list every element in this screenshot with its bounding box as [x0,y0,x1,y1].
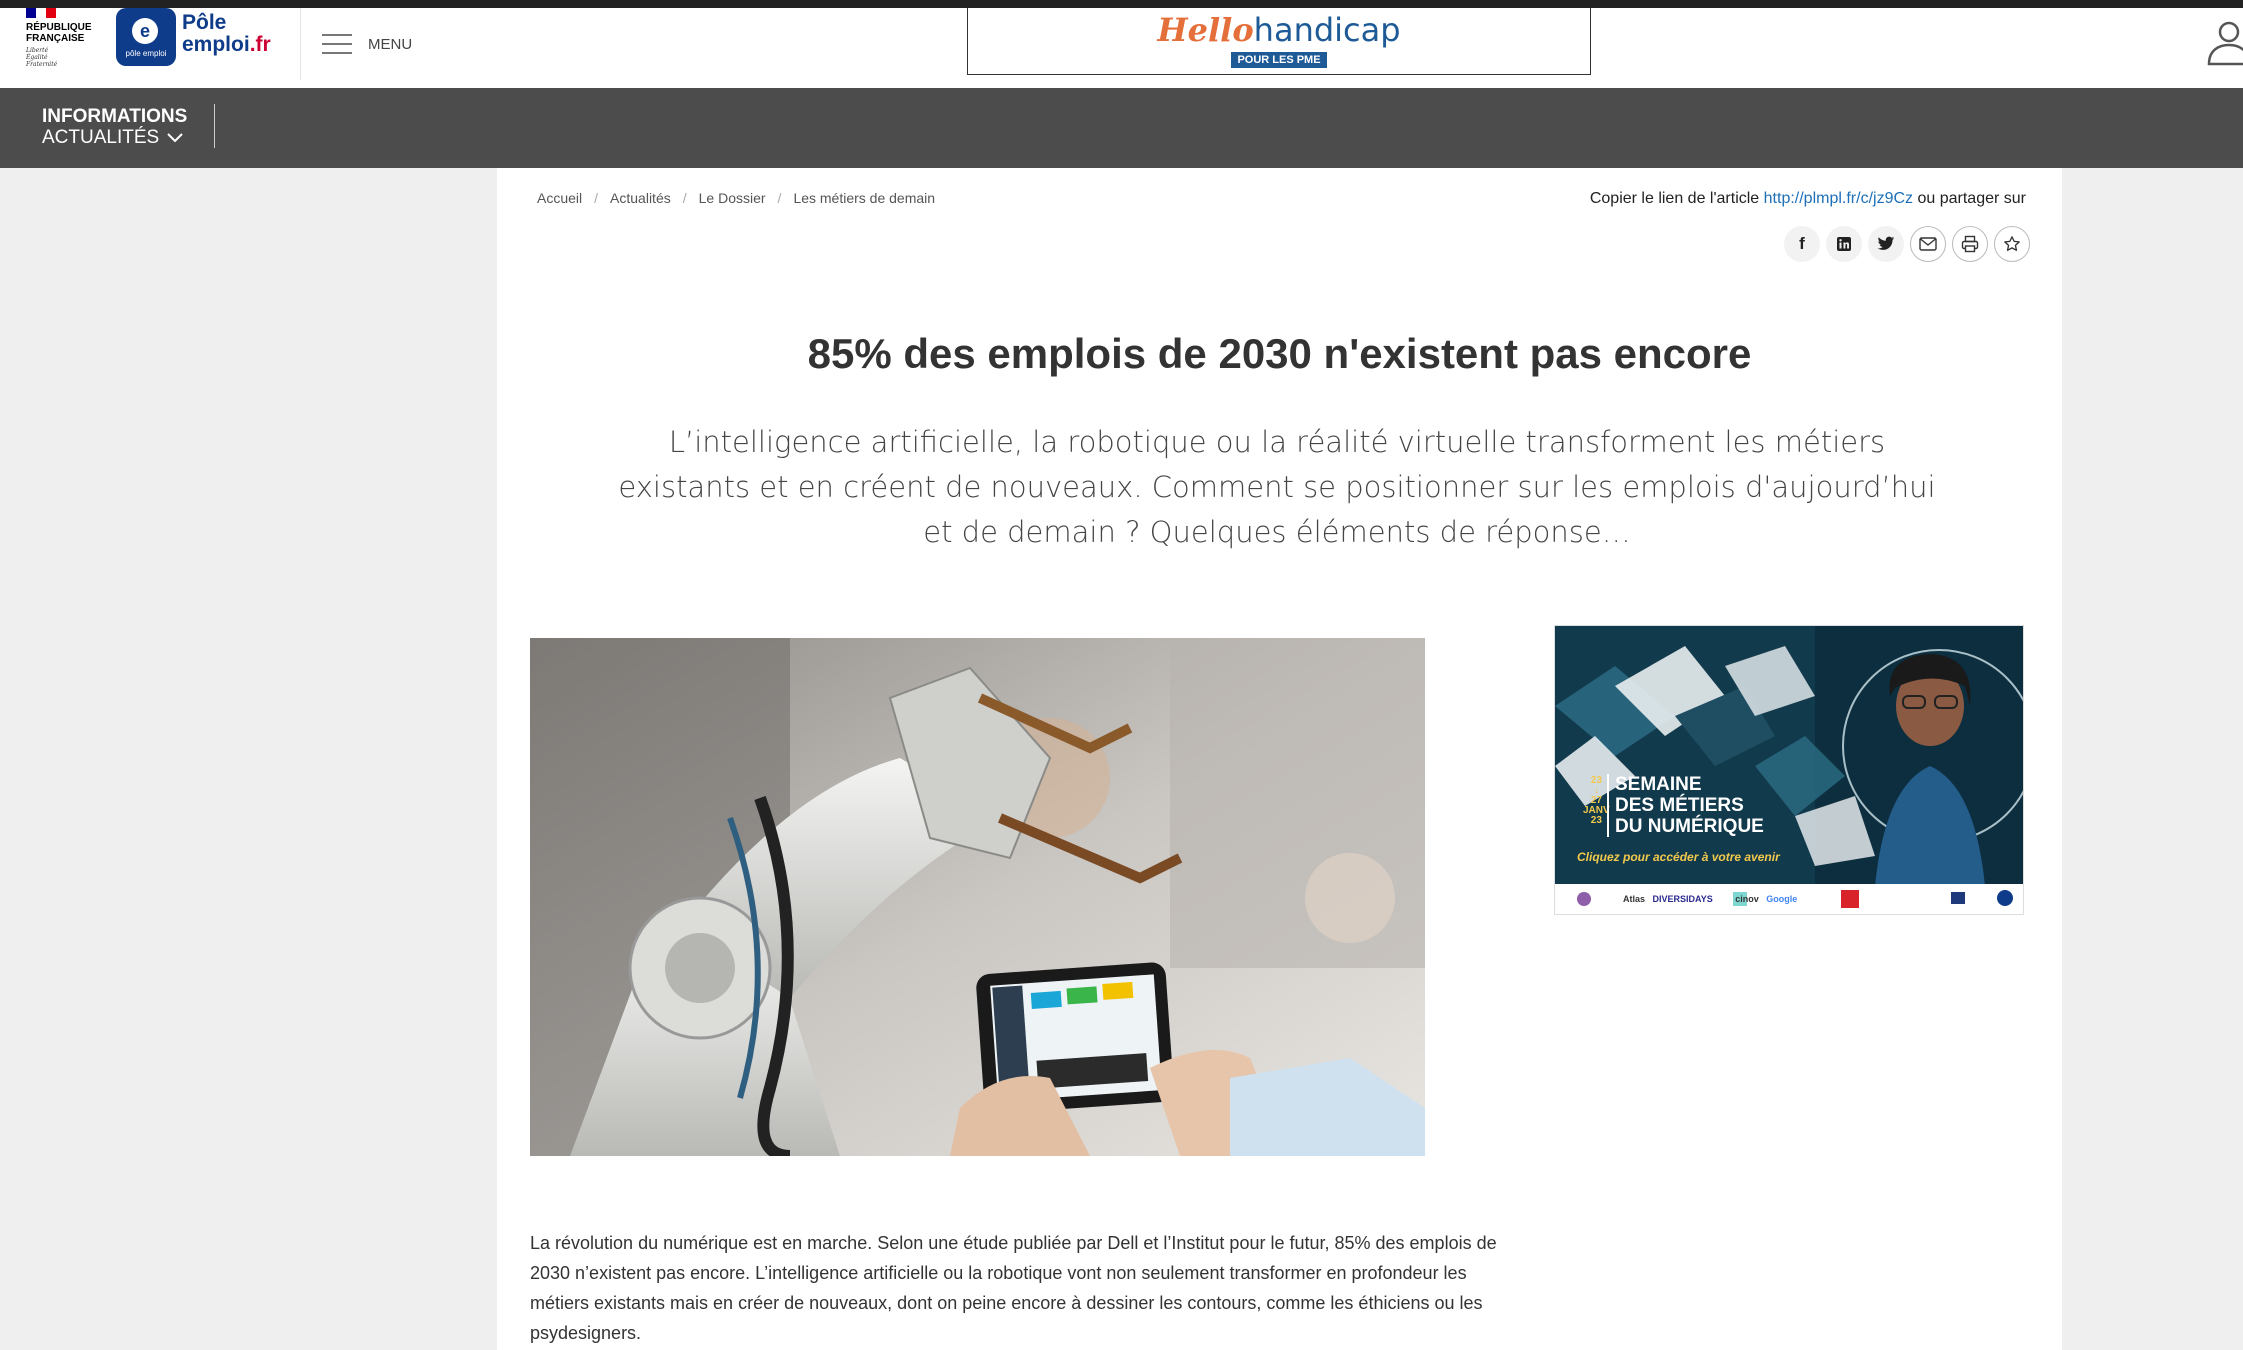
pole-emploi-logo[interactable]: e pôle emploi [116,8,176,66]
menu-label: MENU [368,35,413,53]
share-icons: f [1778,226,2030,262]
breadcrumb-separator: / [594,190,599,206]
article-title: 85% des emplois de 2030 n'existent pas e… [807,330,1752,377]
banner-logo-text: Hellohandicap [1157,11,1401,49]
site-name-line1: Pôle [182,11,227,34]
republique-motto: Liberté Égalité Fraternité [26,47,58,68]
favorite-star-icon[interactable] [1994,226,2030,262]
article-card: Accueil / Actualités / Le Dossier / Les … [497,168,2062,1350]
ad-dates: 23 ↓ 27 JANV 23 [1583,775,1610,826]
republique-label: RÉPUBLIQUE FRANÇAISE [26,22,92,44]
nav-item-line2: ACTUALITÉS [42,127,187,148]
browser-top-edge [0,0,2243,8]
email-icon[interactable] [1910,226,1946,262]
site-header: RÉPUBLIQUE FRANÇAISE Liberté Égalité Fra… [0,8,2243,88]
breadcrumb-separator: / [777,190,782,206]
menu-button[interactable]: MENU [322,24,412,64]
facebook-icon[interactable]: f [1784,226,1820,262]
ad-artwork [1555,626,2023,914]
french-flag-icon [26,8,56,18]
article-hero-image [530,638,1425,1156]
pole-emploi-logo-caption: pôle emploi [125,49,167,58]
breadcrumb: Accueil / Actualités / Le Dossier / Les … [537,190,935,206]
ad-partner-logos: Atlas DIVERSIDAYS cinov Google [1623,894,1798,904]
site-name[interactable]: Pôle emploi.fr [182,12,271,56]
header-divider [300,8,301,80]
ad-title: SEMAINE DES MÉTIERS DU NUMÉRIQUE [1607,774,1764,837]
banner-tagline: POUR LES PME [1231,52,1327,68]
article-lead: L’intelligence artificielle, la robotiqu… [618,425,1936,549]
article-short-link[interactable]: http://plmpl.fr/c/jz9Cz [1764,190,1913,207]
main-nav: INFORMATIONS ACTUALITÉS [0,88,2243,168]
breadcrumb-separator: / [682,190,687,206]
republique-francaise-logo[interactable]: RÉPUBLIQUE FRANÇAISE Liberté Égalité Fra… [26,8,106,78]
hello-handicap-banner[interactable]: Hellohandicap POUR LES PME [967,8,1591,75]
breadcrumb-le-dossier[interactable]: Le Dossier [699,190,766,206]
share-line: Copier le lien de l'article http://plmpl… [1590,190,2026,208]
share-prefix: Copier le lien de l'article [1589,190,1760,207]
hamburger-icon [322,33,352,55]
article-body-paragraph: La révolution du numérique est en marche… [530,1233,1497,1343]
pole-emploi-e-icon: e [132,18,158,44]
breadcrumb-accueil[interactable]: Accueil [537,190,582,206]
chevron-down-icon [167,133,184,143]
robot-arm-tablet-photo [530,638,1425,1156]
print-icon[interactable] [1952,226,1988,262]
nav-item-informations-actualites[interactable]: INFORMATIONS ACTUALITÉS [42,106,187,148]
nav-item-line1: INFORMATIONS [42,106,188,127]
share-suffix: ou partager sur [1917,190,2026,207]
twitter-icon[interactable] [1868,226,1904,262]
semaine-metiers-numerique-ad[interactable]: 23 ↓ 27 JANV 23 SEMAINE DES MÉTIERS DU NUMÉRIQ… [1554,625,2024,915]
breadcrumb-actualites[interactable]: Actualités [610,190,671,206]
breadcrumb-current[interactable]: Les métiers de demain [793,190,935,206]
ad-cta: Cliquez pour accéder à votre avenir [1577,850,1780,864]
linkedin-icon[interactable] [1826,226,1862,262]
nav-separator [214,104,215,148]
user-icon[interactable] [2205,18,2243,66]
site-name-line2: emploi.fr [182,33,271,56]
